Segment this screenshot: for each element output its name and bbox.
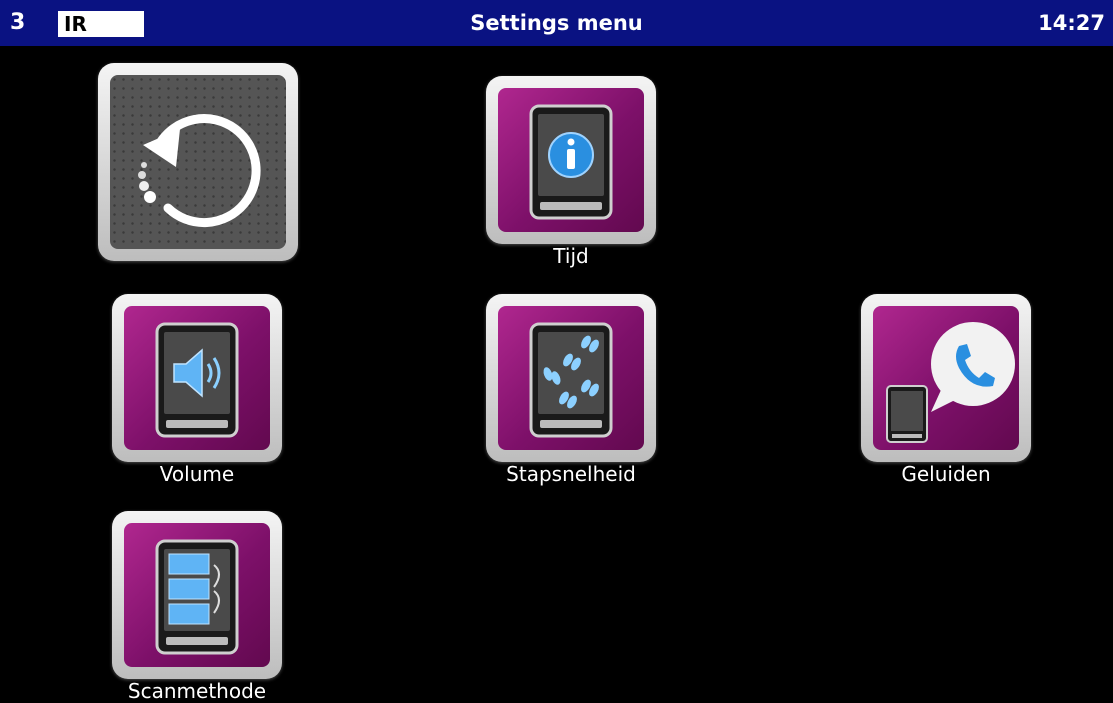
- footsteps-icon: [529, 322, 613, 438]
- tijd-button[interactable]: Tijd: [486, 76, 656, 268]
- geluiden-button[interactable]: Geluiden: [861, 294, 1031, 486]
- scanmethode-button[interactable]: Scanmethode: [112, 511, 282, 703]
- stapsnelheid-label: Stapsnelheid: [506, 462, 636, 486]
- page-title: Settings menu: [470, 11, 643, 35]
- stapsnelheid-button[interactable]: Stapsnelheid: [486, 294, 656, 486]
- phone-bubble-icon: [886, 322, 1015, 443]
- clock: 14:27: [1038, 11, 1105, 35]
- info-icon: [529, 104, 613, 220]
- scan-list-icon: [155, 539, 239, 655]
- volume-label: Volume: [159, 462, 235, 486]
- tijd-label: Tijd: [553, 244, 589, 268]
- speaker-icon: [155, 322, 239, 438]
- title-bar: 3 IR Settings menu 14:27: [0, 0, 1113, 46]
- back-button[interactable]: [98, 63, 298, 261]
- back-arrow-icon: [138, 114, 261, 228]
- scanmethode-label: Scanmethode: [127, 679, 267, 703]
- geluiden-label: Geluiden: [901, 462, 991, 486]
- volume-button[interactable]: Volume: [112, 294, 282, 486]
